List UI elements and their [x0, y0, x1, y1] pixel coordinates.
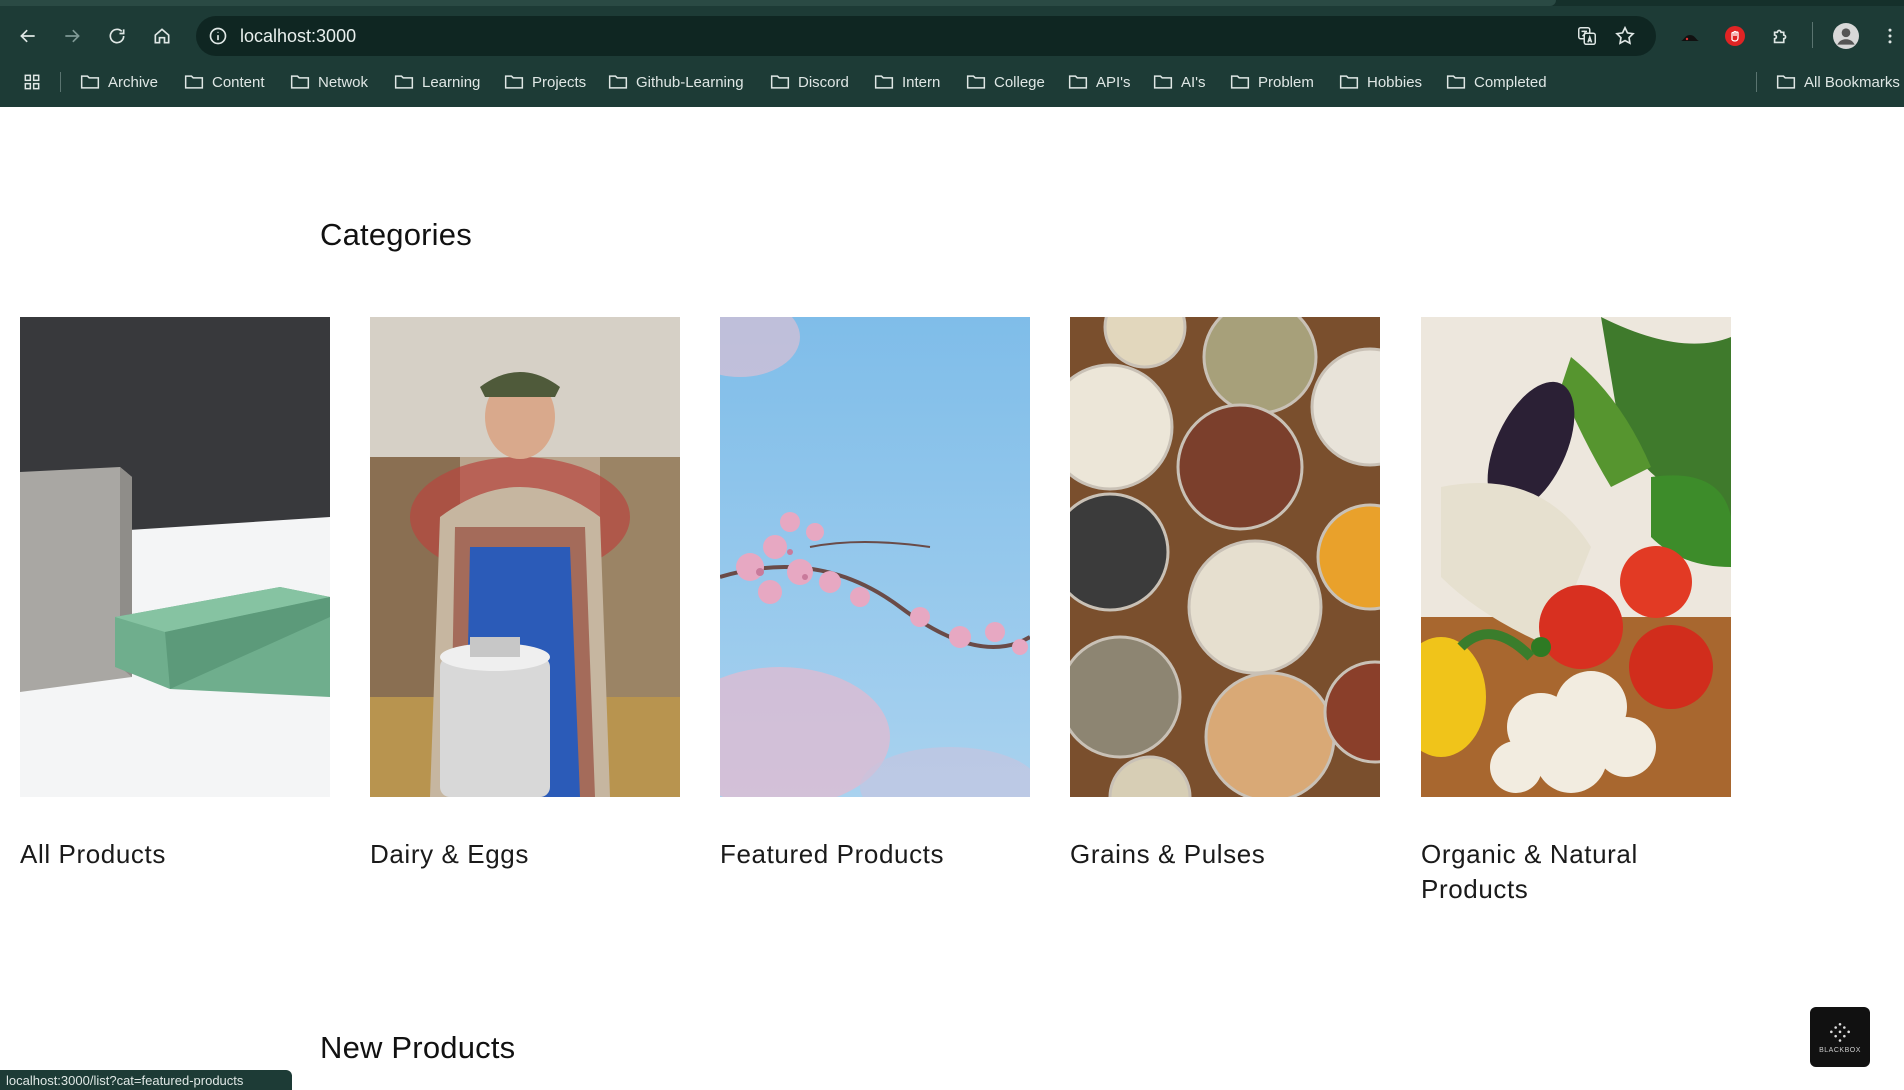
category-label[interactable]: Featured Products [720, 837, 1030, 872]
folder-icon [1153, 73, 1173, 91]
category-image[interactable] [720, 317, 1030, 797]
bookmark-discord[interactable]: Discord [770, 70, 849, 94]
bookmark-projects[interactable]: Projects [504, 70, 586, 94]
bookmark-star-icon[interactable] [1614, 25, 1636, 47]
link-hover-status: localhost:3000/list?cat=featured-product… [0, 1070, 292, 1090]
category-card-grains-pulses[interactable]: Grains & Pulses [1070, 317, 1380, 872]
categories-heading: Categories [320, 217, 472, 252]
bookmark-label: Completed [1474, 73, 1547, 91]
bookmark-label: Intern [902, 73, 941, 91]
category-image[interactable] [1421, 317, 1731, 797]
bookmark-label: Problem [1258, 73, 1314, 91]
bookmark-label: Discord [798, 73, 849, 91]
back-button[interactable] [14, 22, 42, 50]
category-image[interactable] [370, 317, 680, 797]
adblock-extension-icon[interactable] [1721, 22, 1749, 50]
all-bookmarks[interactable]: All Bookmarks [1776, 70, 1900, 94]
bookmark-label: Hobbies [1367, 73, 1423, 91]
folder-icon [874, 73, 894, 91]
toolbar-divider [1812, 22, 1813, 48]
bookmarks-divider [1756, 72, 1757, 92]
blackbox-label: BLACKBOX [1819, 1046, 1861, 1054]
profile-avatar[interactable] [1832, 22, 1860, 50]
folder-icon [966, 73, 986, 91]
bookmark-label: Projects [532, 73, 587, 91]
bookmark-label: All Bookmarks [1804, 73, 1900, 91]
bookmark-completed[interactable]: Completed [1446, 70, 1547, 94]
bookmark-ais[interactable]: AI's [1153, 70, 1206, 94]
bookmark-label: Github-Learning [636, 73, 744, 91]
folder-icon [608, 73, 628, 91]
folder-icon [1339, 73, 1359, 91]
bookmarks-bar: Archive Content Netwok Learning Projects… [0, 64, 1904, 100]
category-label[interactable]: All Products [20, 837, 330, 872]
bookmark-hobbies[interactable]: Hobbies [1339, 70, 1422, 94]
forward-button[interactable] [58, 22, 86, 50]
bookmark-problem[interactable]: Problem [1230, 70, 1314, 94]
home-button[interactable] [148, 22, 176, 50]
bookmark-label: Archive [108, 73, 159, 91]
bookmark-label: AI's [1181, 73, 1206, 91]
browser-chrome: localhost:3000 Archive Content Netwok Le… [0, 0, 1904, 107]
blackbox-widget-button[interactable]: BLACKBOX [1810, 1007, 1870, 1067]
apps-grid-icon[interactable] [20, 70, 44, 94]
bookmark-label: College [994, 73, 1045, 91]
url-text: localhost:3000 [240, 26, 357, 46]
extension-icon[interactable] [1676, 22, 1704, 50]
bookmark-content[interactable]: Content [184, 70, 265, 94]
bookmark-label: Content [212, 73, 265, 91]
bookmark-learning[interactable]: Learning [394, 70, 480, 94]
bookmark-archive[interactable]: Archive [80, 70, 158, 94]
tab-strip [0, 0, 1904, 6]
extensions-puzzle-icon[interactable] [1767, 22, 1795, 50]
browser-menu-icon[interactable] [1876, 22, 1904, 50]
folder-icon [1068, 73, 1088, 91]
address-bar[interactable]: localhost:3000 [196, 16, 1656, 56]
reload-button[interactable] [103, 22, 131, 50]
folder-icon [1446, 73, 1466, 91]
category-label[interactable]: Organic & Natural Products [1421, 837, 1731, 907]
folder-icon [504, 73, 524, 91]
folder-icon [290, 73, 310, 91]
site-info-icon[interactable] [206, 24, 230, 48]
category-card-dairy-eggs[interactable]: Dairy & Eggs [370, 317, 680, 872]
bookmark-college[interactable]: College [966, 70, 1045, 94]
category-card-organic-natural[interactable]: Organic & Natural Products [1421, 317, 1731, 907]
folder-icon [184, 73, 204, 91]
bookmark-label: API's [1096, 73, 1131, 91]
new-products-heading: New Products [320, 1030, 516, 1065]
folder-icon [1230, 73, 1250, 91]
bookmark-netwok[interactable]: Netwok [290, 70, 368, 94]
blackbox-logo-icon [1830, 1022, 1850, 1042]
folder-icon [394, 73, 414, 91]
folder-icon [1776, 73, 1796, 91]
folder-icon [770, 73, 790, 91]
bookmark-apis[interactable]: API's [1068, 70, 1131, 94]
translate-icon[interactable] [1576, 25, 1598, 47]
category-card-featured-products[interactable]: Featured Products [720, 317, 1030, 872]
category-card-all-products[interactable]: All Products [20, 317, 330, 872]
bookmark-github-learning[interactable]: Github-Learning [608, 70, 744, 94]
folder-icon [80, 73, 100, 91]
category-label[interactable]: Dairy & Eggs [370, 837, 680, 872]
category-label[interactable]: Grains & Pulses [1070, 837, 1380, 872]
bookmarks-divider [60, 72, 61, 92]
bookmark-label: Learning [422, 73, 481, 91]
bookmark-label: Netwok [318, 73, 369, 91]
category-image[interactable] [20, 317, 330, 797]
bookmark-intern[interactable]: Intern [874, 70, 940, 94]
category-image[interactable] [1070, 317, 1380, 797]
